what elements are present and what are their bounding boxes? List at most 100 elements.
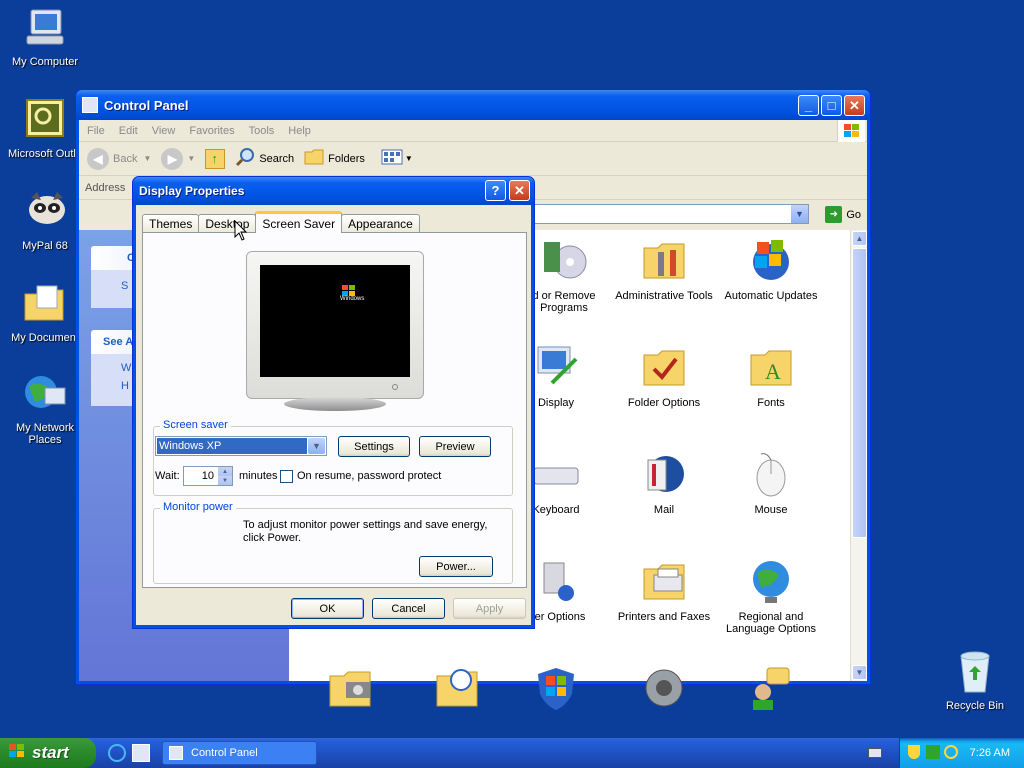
screen-saver-panel: Windows Screen saver Windows XP ▼ Settin…	[142, 232, 527, 588]
cp-item-speech[interactable]	[716, 664, 826, 718]
minutes-label: minutes	[239, 470, 278, 482]
spin-down-icon[interactable]: ▼	[218, 476, 232, 485]
menu-tools[interactable]: Tools	[249, 125, 275, 137]
keyboard-indicator-icon[interactable]	[868, 748, 882, 758]
scroll-down-arrow-icon[interactable]: ▼	[852, 665, 867, 680]
cp-item-administrative-tools[interactable]: Administrative Tools	[609, 236, 719, 302]
display-icon	[532, 343, 580, 391]
add-remove-programs-icon	[540, 236, 588, 284]
cp-item-printers-faxes[interactable]: Printers and Faxes	[609, 557, 719, 623]
outlook-icon	[21, 96, 69, 144]
cp-item-automatic-updates[interactable]: Automatic Updates	[716, 236, 826, 302]
minimize-button[interactable]: _	[798, 95, 819, 116]
speech-icon	[747, 664, 795, 712]
desktop-icon-recycle-bin[interactable]: Recycle Bin	[930, 648, 1020, 712]
tab-appearance[interactable]: Appearance	[341, 214, 420, 233]
chevron-down-icon[interactable]: ▼	[308, 438, 325, 454]
desktop-icon-my-computer[interactable]: My Computer	[0, 4, 90, 68]
vertical-scrollbar[interactable]: ▲ ▼	[850, 230, 867, 681]
fonts-icon: A	[747, 343, 795, 391]
power-led-icon	[392, 384, 398, 390]
go-arrow-icon: ➜	[825, 206, 843, 223]
dialog-close-button[interactable]: ✕	[509, 180, 530, 201]
cp-item-fonts[interactable]: A Fonts	[716, 343, 826, 409]
recycle-bin-icon	[951, 648, 999, 696]
dialog-body: Themes Desktop Screen Saver Appearance W…	[136, 205, 531, 625]
spin-up-icon[interactable]: ▲	[218, 467, 232, 476]
close-button[interactable]: ✕	[844, 95, 865, 116]
screen-saver-selected: Windows XP	[157, 438, 307, 454]
menu-favorites[interactable]: Favorites	[189, 125, 234, 137]
address-dropdown-icon[interactable]: ▼	[791, 205, 808, 223]
start-button[interactable]: start	[0, 738, 96, 768]
windows-logo-icon	[837, 120, 865, 142]
folders-icon	[304, 148, 324, 169]
cp-item-scheduled-tasks[interactable]	[402, 664, 512, 718]
folder-icon	[21, 280, 69, 328]
windows-flag-icon	[8, 743, 26, 764]
speaker-icon	[640, 664, 688, 712]
tab-themes[interactable]: Themes	[142, 214, 200, 233]
cp-item-regional-language[interactable]: Regional and Language Options	[716, 557, 826, 635]
ok-button[interactable]: OK	[291, 598, 364, 619]
preview-windows-text: Windows	[340, 296, 365, 302]
address-label: Address	[85, 181, 126, 194]
up-button[interactable]: ↑	[205, 148, 226, 169]
views-button[interactable]: ▼	[381, 148, 413, 169]
forward-button[interactable]: ▶ ▼	[161, 147, 195, 170]
desktop-icon-label: My Computer	[11, 56, 79, 68]
wait-minutes-spinner[interactable]: 10 ▲ ▼	[183, 466, 233, 486]
cp-item-security-center[interactable]	[501, 664, 611, 718]
monitor-preview: Windows	[246, 251, 424, 411]
cancel-button[interactable]: Cancel	[372, 598, 445, 619]
power-options-icon	[532, 557, 580, 605]
cp-item-mail[interactable]: Mail	[609, 450, 719, 516]
cp-item-mouse[interactable]: Mouse	[716, 450, 826, 516]
security-alert-icon[interactable]	[908, 745, 920, 759]
cp-item-scanners-cameras[interactable]	[295, 664, 405, 718]
scanner-camera-icon	[326, 664, 374, 712]
views-icon	[381, 148, 403, 169]
clock: 7:26 AM	[969, 747, 1010, 759]
apply-button[interactable]: Apply	[453, 598, 526, 619]
menu-file[interactable]: File	[87, 125, 105, 137]
back-button[interactable]: ◀ Back ▼	[87, 147, 151, 170]
tab-screen-saver[interactable]: Screen Saver	[255, 211, 343, 233]
maximize-button[interactable]: □	[821, 95, 842, 116]
window-title: Control Panel	[104, 97, 189, 113]
display-properties-dialog[interactable]: Display Properties ? ✕ Themes Desktop Sc…	[132, 176, 535, 629]
scroll-thumb[interactable]	[852, 248, 867, 538]
scroll-up-arrow-icon[interactable]: ▲	[852, 231, 867, 246]
password-protect-checkbox[interactable]	[280, 470, 293, 483]
quick-launch-desktop-icon[interactable]	[132, 744, 150, 762]
screen-saver-group-label: Screen saver	[160, 419, 231, 431]
help-button[interactable]: ?	[485, 180, 506, 201]
network-tray-icon[interactable]	[926, 745, 940, 759]
menu-help[interactable]: Help	[288, 125, 311, 137]
dialog-titlebar[interactable]: Display Properties ? ✕	[133, 177, 534, 205]
scheduled-tasks-icon	[433, 664, 481, 712]
screen-saver-select[interactable]: Windows XP ▼	[155, 436, 327, 456]
power-button[interactable]: Power...	[419, 556, 493, 577]
search-tray-icon[interactable]	[944, 745, 958, 759]
search-button[interactable]: Search	[235, 147, 294, 170]
administrative-tools-icon	[640, 236, 688, 284]
taskbar-button-control-panel[interactable]: Control Panel	[162, 741, 317, 765]
go-button[interactable]: ➜ Go	[825, 206, 861, 223]
wait-label: Wait:	[155, 470, 180, 482]
tab-strip: Themes Desktop Screen Saver Appearance	[142, 211, 420, 233]
keyboard-icon	[532, 450, 580, 498]
monitor-power-group-label: Monitor power	[160, 501, 236, 513]
settings-button[interactable]: Settings	[338, 436, 410, 457]
menu-view[interactable]: View	[152, 125, 176, 137]
cp-item-folder-options[interactable]: Folder Options	[609, 343, 719, 409]
toolbar: ◀ Back ▼ ▶ ▼ ↑ Search Folders ▼	[79, 142, 867, 176]
quick-launch-ie-icon[interactable]	[108, 744, 126, 762]
control-panel-titlebar[interactable]: Control Panel _ □ ✕	[76, 90, 870, 120]
folders-button[interactable]: Folders	[304, 148, 365, 169]
cp-item-sounds[interactable]	[609, 664, 719, 718]
menu-edit[interactable]: Edit	[119, 125, 138, 137]
preview-button[interactable]: Preview	[419, 436, 491, 457]
preview-screen: Windows	[260, 265, 410, 377]
wait-value: 10	[201, 470, 214, 482]
